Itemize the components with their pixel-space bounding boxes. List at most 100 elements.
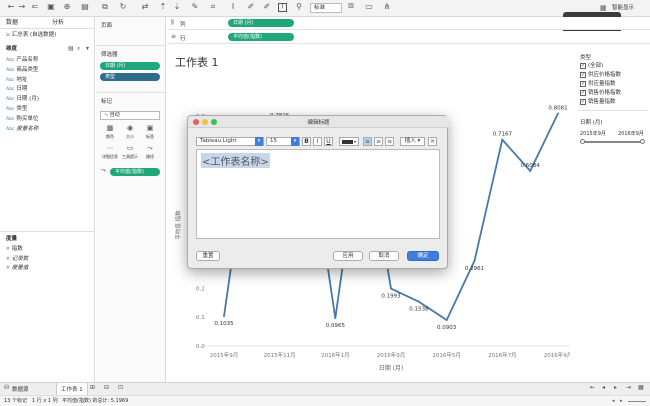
dimension-field[interactable]: Abc 类型	[6, 105, 27, 114]
measure-field[interactable]: # 记录数	[6, 255, 28, 264]
dimension-field[interactable]: Abc 日期 (月)	[6, 95, 39, 104]
dimension-field[interactable]: Abc 日期	[6, 85, 27, 94]
pen-icon[interactable]: ✐	[246, 3, 256, 13]
grid-view-icon[interactable]: ▦	[638, 385, 644, 391]
filter-pill-type[interactable]: 类型	[100, 73, 160, 81]
swap-icon[interactable]: ⇄	[140, 3, 150, 13]
dimension-field[interactable]: Abc 购买单位	[6, 115, 38, 124]
measure-field[interactable]: # 指数	[6, 245, 23, 254]
redo-icon[interactable]: →	[17, 3, 27, 13]
data-point	[529, 170, 532, 172]
checkbox-icon[interactable]: ✓	[580, 80, 586, 87]
tab-analysis[interactable]: 分析	[52, 18, 64, 28]
marks-button[interactable]: ◉ 大小	[120, 125, 140, 143]
sort-desc-icon[interactable]: ⇣	[172, 3, 182, 13]
type-filter-item[interactable]: ✓ 销售量指数	[580, 98, 616, 106]
marks-button[interactable]: ▩ 颜色	[100, 125, 120, 143]
tab-datasource[interactable]: 数据源	[12, 385, 29, 393]
marks-button[interactable]: ⤳ 路径	[140, 145, 160, 163]
text-icon[interactable]: T	[278, 3, 287, 12]
italic-button[interactable]: I	[313, 137, 322, 146]
highlight-icon[interactable]: ✎	[190, 3, 200, 13]
size-select[interactable]: 15 ▾	[266, 137, 300, 146]
marks-button-label: 工具提示	[122, 154, 138, 159]
checkbox-icon[interactable]: ✓	[580, 71, 586, 78]
type-filter-item[interactable]: ✓ (全部)	[580, 62, 603, 70]
checkbox-icon[interactable]: ✓	[580, 62, 586, 69]
zoom-slider[interactable]	[628, 401, 646, 402]
marks-button[interactable]: ▭ 工具提示	[120, 145, 140, 163]
tooltip-icon[interactable]: ✐	[262, 3, 272, 13]
checkbox-icon[interactable]: ✓	[580, 89, 586, 96]
view-icon[interactable]: ▤	[68, 46, 74, 52]
new-story-icon[interactable]: ⊡	[118, 385, 123, 391]
type-filter-item[interactable]: ✓ 销售价格指数	[580, 89, 621, 97]
dropdown-icon[interactable]: ▾	[86, 46, 89, 52]
nav-right-icon[interactable]: ▸	[620, 399, 623, 404]
back-icon[interactable]: ⇐	[30, 3, 40, 13]
date-range-slider[interactable]	[582, 141, 642, 143]
title-editor-text: <工作表名称>	[201, 153, 270, 168]
nav-last-icon[interactable]: ⇥	[626, 385, 631, 391]
tab-sheet-1[interactable]: 工作表 1	[56, 383, 88, 395]
bold-button[interactable]: B	[302, 137, 311, 146]
dimension-field[interactable]: Abc 商品类型	[6, 66, 38, 75]
columns-shelf[interactable]: ⫼ 列 日期 (月)	[168, 17, 650, 30]
checkbox-icon[interactable]: ✓	[580, 98, 586, 105]
marks-button-label: 颜色	[106, 134, 114, 139]
type-filter-item[interactable]: ✓ 供应量指数	[580, 80, 616, 88]
present-icon[interactable]: ▭	[364, 3, 374, 13]
slider-handle-end[interactable]	[640, 139, 645, 144]
duplicate-icon[interactable]: ⧉	[100, 3, 110, 13]
new-sheet-icon[interactable]: ▤	[80, 3, 90, 13]
nav-next-icon[interactable]: ▸	[614, 385, 617, 391]
fit-select[interactable]: 标准	[310, 3, 342, 13]
nav-prev-icon[interactable]: ◂	[602, 385, 605, 391]
columns-pill[interactable]: 日期 (月)	[228, 19, 294, 27]
type-filter-item[interactable]: ✓ 供应价格指数	[580, 71, 621, 79]
tab-data[interactable]: 数据	[6, 18, 18, 28]
align-left-button[interactable]: ≡	[363, 137, 372, 146]
nav-first-icon[interactable]: ⇤	[590, 385, 595, 391]
reset-button[interactable]: 重置	[196, 251, 220, 261]
size-icon: ◉	[126, 124, 134, 132]
marks-type-select[interactable]: ∿ 自动	[100, 111, 160, 120]
chart-icon[interactable]: ▥	[346, 3, 356, 13]
align-right-button[interactable]: ≡	[385, 137, 394, 146]
filter-pill-date[interactable]: 日期 (月)	[100, 62, 160, 70]
undo-icon[interactable]: ←	[6, 3, 16, 13]
marks-pill[interactable]: 平均值(指数)	[110, 168, 160, 176]
marks-button[interactable]: ⋯ 详细信息	[100, 145, 120, 163]
dimension-field[interactable]: Abc 产品名称	[6, 56, 38, 65]
clear-button[interactable]: ✕	[428, 137, 437, 146]
dimension-field[interactable]: Abc 地址	[6, 76, 27, 85]
cancel-button[interactable]: 取消	[369, 251, 399, 261]
save-icon[interactable]: ▣	[46, 3, 56, 13]
insert-button[interactable]: 插入 ▾	[400, 137, 425, 146]
marks-button[interactable]: ▣ 标签	[140, 125, 160, 143]
rows-shelf[interactable]: ≡ 行 平均值(指数)	[168, 31, 650, 44]
slider-handle-start[interactable]	[580, 139, 585, 144]
add-datasource-icon[interactable]: ⊕	[62, 3, 72, 13]
new-worksheet-icon[interactable]: ⊞	[90, 385, 95, 391]
rows-pill[interactable]: 平均值(指数)	[228, 33, 294, 41]
color-picker[interactable]: ▾	[339, 137, 359, 146]
measure-field[interactable]: # 度量值	[6, 264, 28, 273]
apply-button[interactable]: 应用	[333, 251, 363, 261]
align-center-button[interactable]: ≡	[374, 137, 383, 146]
title-editor[interactable]: <工作表名称>	[196, 149, 440, 239]
font-select[interactable]: Tableau Light ▾	[196, 137, 264, 146]
sort-asc-icon[interactable]: ⇡	[158, 3, 168, 13]
datasource-item[interactable]: ⛁ 汇总表 (自选数据)	[6, 31, 56, 40]
labels-icon[interactable]: Ⅰ	[228, 3, 238, 13]
group-icon[interactable]: ⌗	[208, 3, 218, 13]
search-icon[interactable]: ⌕	[77, 46, 80, 52]
underline-button[interactable]: U	[324, 137, 333, 146]
pin-icon[interactable]: ⚲	[294, 3, 304, 13]
refresh-icon[interactable]: ↻	[118, 3, 128, 13]
nav-left-icon[interactable]: ◂	[612, 399, 615, 404]
new-dashboard-icon[interactable]: ⊟	[104, 385, 109, 391]
ok-button[interactable]: 确定	[407, 251, 439, 261]
share-icon[interactable]: ⋔	[382, 3, 392, 13]
dimension-field[interactable]: Abc 度量名称	[6, 125, 38, 134]
